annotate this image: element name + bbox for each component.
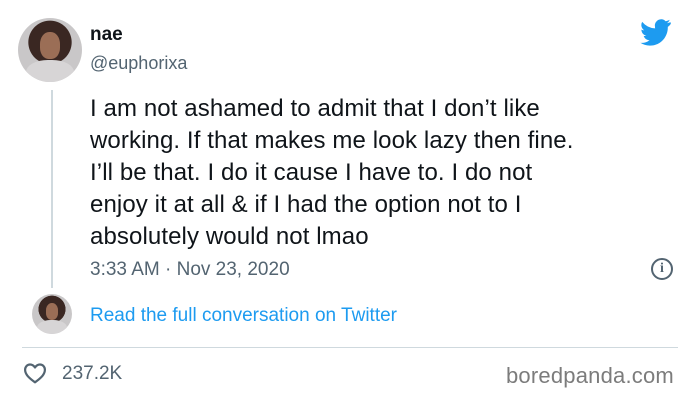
footer-divider [22, 347, 678, 348]
avatar-hood [25, 60, 75, 82]
conversation-avatar[interactable] [32, 294, 72, 334]
tweet-text-line: absolutely would not lmao [90, 223, 369, 250]
author-display-name[interactable]: nae [90, 24, 123, 46]
tweet-timestamp[interactable]: 3:33 AM · Nov 23, 2020 [90, 259, 290, 281]
heart-icon[interactable] [23, 362, 47, 384]
tweet-text-line: enjoy it at all & if I had the option no… [90, 191, 522, 218]
avatar-hood [36, 320, 68, 334]
tweet-date-link[interactable]: Nov 23, 2020 [177, 259, 290, 280]
tweet-card: nae @euphorixa I am not ashamed to admit… [0, 0, 700, 400]
tweet-text-line: I am not ashamed to admit that I don’t l… [90, 95, 540, 122]
author-handle[interactable]: @euphorixa [90, 52, 187, 74]
avatar-face [45, 302, 59, 320]
tweet-text-line: I’ll be that. I do it cause I have to. I… [90, 159, 533, 186]
tweet-text-line: working. If that makes me look lazy then… [90, 127, 574, 154]
thread-line [51, 90, 53, 288]
tweet-time-link[interactable]: 3:33 AM [90, 259, 160, 280]
twitter-bird-icon[interactable] [636, 16, 674, 48]
like-count[interactable]: 237.2K [62, 363, 122, 385]
avatar-face [39, 32, 61, 59]
timestamp-separator: · [159, 259, 177, 280]
info-icon[interactable]: i [651, 258, 673, 280]
author-avatar[interactable] [18, 18, 82, 82]
tweet-text: I am not ashamed to admit that I don’t l… [90, 93, 680, 253]
site-watermark: boredpanda.com [506, 363, 674, 388]
read-conversation-link[interactable]: Read the full conversation on Twitter [90, 305, 397, 327]
